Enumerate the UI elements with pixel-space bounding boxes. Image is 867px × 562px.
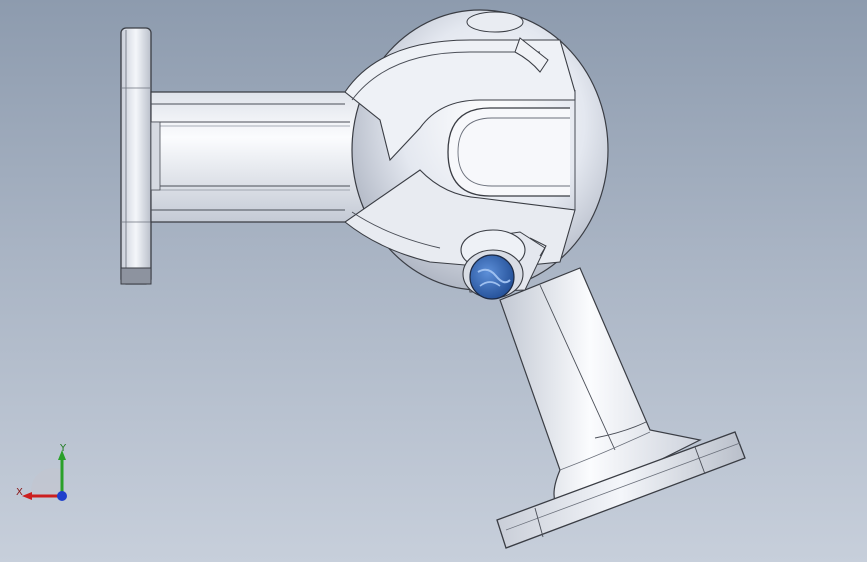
left-flange[interactable] [120,27,152,285]
coordinate-triad: X Y [12,440,82,510]
y-axis-label: Y [60,443,67,454]
z-axis-dot [57,491,67,501]
x-axis-label: X [16,487,23,498]
graphics-viewport[interactable]: X Y [0,0,867,562]
horizontal-pipe[interactable] [150,91,381,223]
triad-axes [22,450,67,501]
model-view[interactable] [0,0,867,562]
